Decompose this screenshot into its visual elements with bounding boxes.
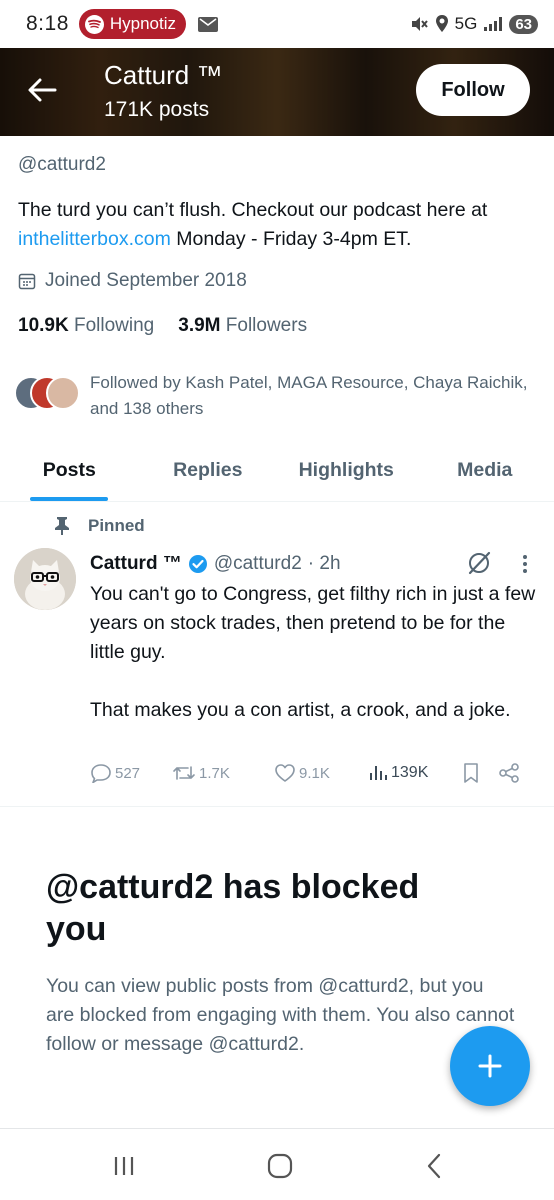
grok-button[interactable] bbox=[466, 550, 492, 581]
bio-link[interactable]: inthelitterbox.com bbox=[18, 228, 171, 250]
compose-post-button[interactable] bbox=[450, 1026, 530, 1106]
recent-apps-icon bbox=[114, 1157, 134, 1175]
recent-apps-button[interactable] bbox=[104, 1151, 144, 1181]
views-chart-icon bbox=[370, 766, 387, 780]
following-label: Following bbox=[73, 315, 155, 336]
blocked-description: You can view public posts from @catturd2… bbox=[46, 975, 515, 1055]
views-count: 139K bbox=[391, 764, 429, 781]
following-count: 10.9K bbox=[18, 315, 69, 336]
reply-button[interactable]: 527 bbox=[90, 763, 172, 783]
avatar bbox=[46, 376, 80, 410]
tab-media[interactable]: Media bbox=[416, 440, 554, 501]
post-author-handle[interactable]: @catturd2 bbox=[214, 553, 302, 575]
battery-indicator: 63 bbox=[509, 14, 538, 34]
tab-replies[interactable]: Replies bbox=[139, 440, 278, 501]
system-nav-bar bbox=[0, 1128, 554, 1200]
status-time: 8:18 bbox=[26, 12, 69, 35]
grok-icon bbox=[468, 551, 491, 575]
follow-stats: 10.9K Following 3.9M Followers bbox=[18, 315, 307, 337]
share-icon bbox=[499, 763, 519, 783]
mail-notification-icon bbox=[198, 16, 219, 32]
header-profile-name: Catturd ™ bbox=[104, 60, 223, 90]
calendar-icon bbox=[18, 273, 36, 290]
location-icon bbox=[435, 15, 448, 32]
media-playing-pill[interactable]: Hypnotiz bbox=[78, 9, 187, 39]
profile-tabs: Posts Replies Highlights Media bbox=[0, 440, 554, 502]
joined-date: Joined September 2018 bbox=[18, 270, 247, 292]
spotify-icon bbox=[84, 14, 104, 34]
like-button[interactable]: 9.1K bbox=[274, 763, 368, 783]
repost-icon bbox=[173, 766, 195, 780]
share-button[interactable] bbox=[498, 762, 520, 784]
network-label: 5G bbox=[454, 14, 478, 33]
plus-icon bbox=[478, 1054, 502, 1078]
followed-by-avatars bbox=[14, 370, 82, 410]
home-button[interactable] bbox=[260, 1151, 300, 1181]
followers-count: 3.9M bbox=[178, 315, 221, 336]
post-actions: 527 1.7K 9.1K 139K bbox=[90, 762, 530, 784]
bookmark-button[interactable] bbox=[462, 762, 498, 784]
reply-count: 527 bbox=[115, 764, 141, 782]
views-button[interactable]: 139K bbox=[368, 763, 462, 783]
followed-by-row[interactable]: Followed by Kash Patel, MAGA Resource, C… bbox=[14, 370, 534, 422]
back-button[interactable] bbox=[22, 70, 62, 110]
bookmark-icon bbox=[464, 763, 478, 783]
like-count: 9.1K bbox=[299, 764, 330, 782]
status-bar: 8:18 Hypnotiz 5G 63 bbox=[0, 0, 554, 48]
bio-text-tail: Monday - Friday 3-4pm ET. bbox=[170, 228, 412, 250]
back-nav-button[interactable] bbox=[414, 1151, 454, 1181]
status-right-group: 5G 63 bbox=[409, 14, 538, 34]
follow-button[interactable]: Follow bbox=[416, 64, 530, 116]
signal-icon bbox=[484, 17, 503, 31]
heart-icon bbox=[275, 764, 295, 782]
bio-text: The turd you can’t flush. Checkout our p… bbox=[18, 199, 488, 221]
section-divider bbox=[0, 806, 554, 807]
more-vertical-icon bbox=[523, 555, 527, 573]
post-author-name[interactable]: Catturd ™ bbox=[90, 553, 182, 575]
mute-icon bbox=[411, 17, 428, 31]
pin-icon bbox=[55, 517, 69, 535]
post-text: You can't go to Congress, get filthy ric… bbox=[90, 583, 536, 721]
post-time: · 2h bbox=[307, 553, 341, 574]
profile-bio: The turd you can’t flush. Checkout our p… bbox=[18, 196, 538, 254]
tab-posts[interactable]: Posts bbox=[0, 440, 139, 501]
followers-link[interactable]: 3.9M Followers bbox=[178, 315, 307, 337]
post-author-avatar[interactable] bbox=[14, 548, 76, 610]
tab-highlights[interactable]: Highlights bbox=[277, 440, 416, 501]
profile-handle: @catturd2 bbox=[18, 154, 106, 175]
repost-button[interactable]: 1.7K bbox=[172, 763, 274, 783]
reply-icon bbox=[91, 764, 111, 783]
pinned-indicator: Pinned bbox=[54, 516, 145, 536]
arrow-left-icon bbox=[28, 78, 57, 102]
following-link[interactable]: 10.9K Following bbox=[18, 315, 154, 337]
verified-badge-icon bbox=[188, 555, 207, 573]
chevron-left-icon bbox=[427, 1153, 441, 1179]
followed-by-text: Followed by Kash Patel, MAGA Resource, C… bbox=[90, 373, 528, 418]
repost-count: 1.7K bbox=[199, 764, 230, 782]
post-header: Catturd ™ @catturd2 · 2h bbox=[90, 553, 341, 575]
post-more-button[interactable] bbox=[520, 553, 530, 580]
joined-label: Joined September 2018 bbox=[45, 270, 247, 291]
blocked-title: @catturd2 has blocked you bbox=[46, 868, 420, 948]
header-posts-count: 171K posts bbox=[104, 98, 210, 121]
media-app-label: Hypnotiz bbox=[109, 14, 177, 33]
cat-avatar-image bbox=[14, 548, 76, 610]
pinned-label: Pinned bbox=[88, 516, 145, 535]
home-icon bbox=[267, 1153, 293, 1179]
followers-label: Followers bbox=[225, 315, 308, 336]
